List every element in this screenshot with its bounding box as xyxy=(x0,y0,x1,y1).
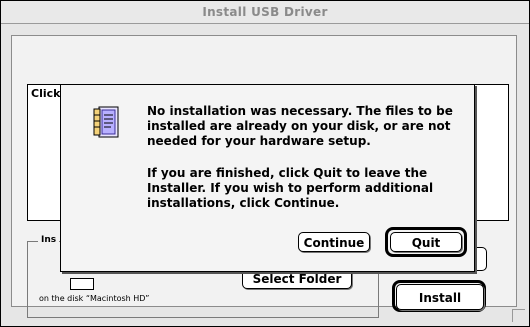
title-bar[interactable]: Install USB Driver xyxy=(1,1,529,24)
alert-instructions: If you are finished, click Quit to leave… xyxy=(147,166,434,210)
alert-message: No installation was necessary. The files… xyxy=(147,104,453,148)
window-title: Install USB Driver xyxy=(202,5,328,19)
alert-dialog: No installation was necessary. The files… xyxy=(60,84,475,272)
folder-icon xyxy=(70,278,94,290)
installer-document-icon xyxy=(93,106,119,138)
install-location-label: Ins xyxy=(38,235,60,245)
resize-grip[interactable] xyxy=(512,309,525,322)
disk-label: on the disk “Macintosh HD” xyxy=(39,294,150,303)
quit-button[interactable]: Quit xyxy=(390,232,462,252)
install-button[interactable]: Install xyxy=(396,284,484,310)
continue-button[interactable]: Continue xyxy=(298,232,370,252)
click-label: Click xyxy=(31,87,61,100)
